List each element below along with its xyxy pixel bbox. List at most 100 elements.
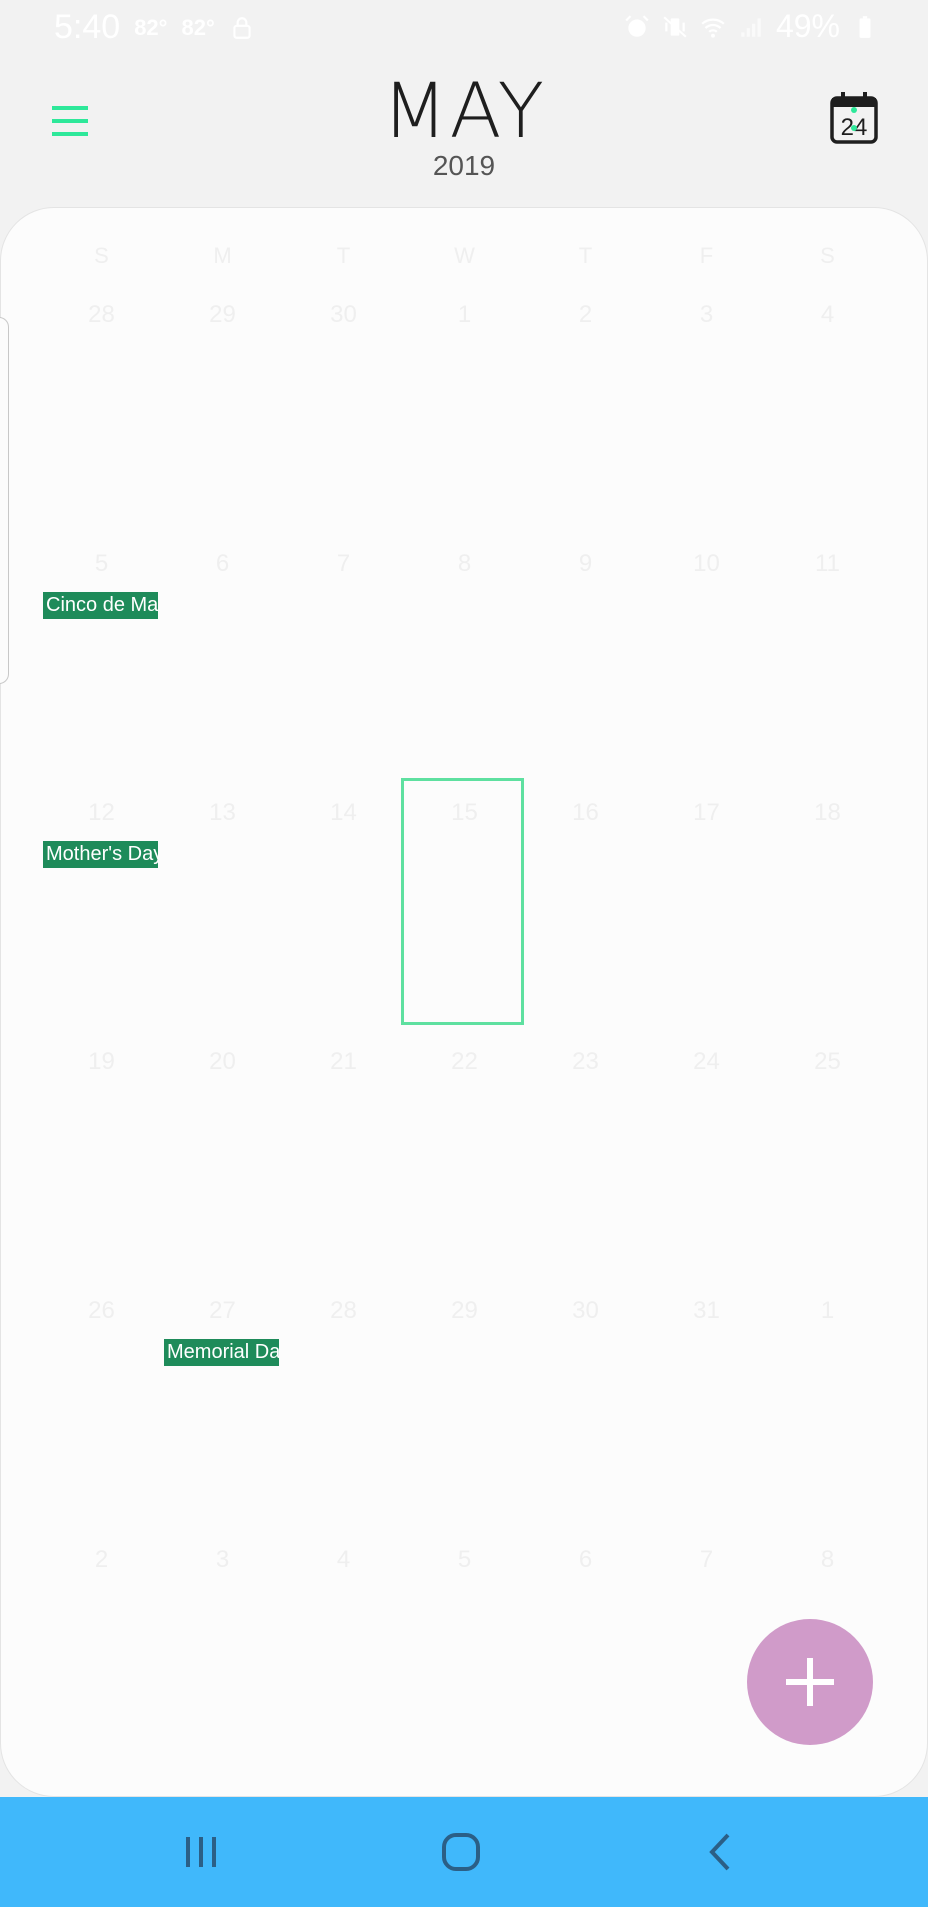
day-cell[interactable]: 31 — [646, 1289, 767, 1538]
day-cell[interactable]: 22 — [404, 1040, 525, 1289]
day-cell-selected[interactable]: 15 — [404, 791, 525, 1040]
week-row-5: 26 27 Memorial Da 28 29 30 31 1 — [41, 1289, 888, 1538]
day-cell[interactable]: 13 — [162, 791, 283, 1040]
weekday-thu: T — [578, 243, 593, 268]
day-number: 25 — [814, 1048, 841, 1075]
day-cell[interactable]: 21 — [283, 1040, 404, 1289]
day-cell[interactable]: 28 — [283, 1289, 404, 1538]
day-number: 28 — [330, 1297, 357, 1324]
day-cell[interactable]: 4 — [283, 1538, 404, 1787]
day-cell[interactable]: 12 Mother's Day — [41, 791, 162, 1040]
status-right: 49% — [624, 8, 878, 45]
day-number: 24 — [693, 1048, 720, 1075]
weeks-container: 28 29 30 1 2 3 4 5 Cinco de Ma 6 7 8 9 1… — [41, 293, 888, 1787]
day-cell[interactable]: 3 — [646, 293, 767, 542]
weekday-tue: T — [336, 243, 351, 268]
day-number: 6 — [215, 550, 230, 577]
side-drawer-handle[interactable] — [0, 317, 9, 684]
day-number: 8 — [820, 1546, 835, 1573]
day-number: 14 — [330, 799, 357, 826]
day-cell[interactable]: 14 — [283, 791, 404, 1040]
day-cell[interactable]: 24 — [646, 1040, 767, 1289]
day-number: 8 — [457, 550, 472, 577]
day-cell[interactable]: 30 — [525, 1289, 646, 1538]
day-cell[interactable]: 29 — [162, 293, 283, 542]
event-chip-memorial-day[interactable]: Memorial Da — [164, 1339, 279, 1366]
weekday-fri: F — [699, 243, 714, 268]
day-number: 22 — [451, 1048, 478, 1075]
system-nav-bar — [0, 1797, 928, 1907]
day-cell[interactable]: 2 — [525, 293, 646, 542]
day-cell[interactable]: 23 — [525, 1040, 646, 1289]
day-cell[interactable]: 20 — [162, 1040, 283, 1289]
plus-icon — [786, 1658, 834, 1706]
day-cell[interactable]: 4 — [767, 293, 888, 542]
day-cell[interactable]: 1 — [767, 1289, 888, 1538]
weekday-sat: S — [820, 243, 835, 268]
day-cell[interactable]: 2 — [41, 1538, 162, 1787]
day-cell[interactable]: 17 — [646, 791, 767, 1040]
day-number: 13 — [209, 799, 236, 826]
day-cell[interactable]: 7 — [283, 542, 404, 791]
day-number: 23 — [572, 1048, 599, 1075]
day-number: 19 — [88, 1048, 115, 1075]
day-cell[interactable]: 19 — [41, 1040, 162, 1289]
add-event-button[interactable] — [747, 1619, 873, 1745]
day-cell[interactable]: 30 — [283, 293, 404, 542]
week-row-4: 19 20 21 22 23 24 25 — [41, 1040, 888, 1289]
day-cell[interactable]: 27 Memorial Da — [162, 1289, 283, 1538]
day-cell[interactable]: 18 — [767, 791, 888, 1040]
day-number: 3 — [699, 301, 714, 328]
day-cell[interactable]: 10 — [646, 542, 767, 791]
calendar-header: MAY 2019 24 — [0, 56, 928, 206]
calendar-today-icon[interactable]: 24 — [828, 90, 880, 146]
day-cell[interactable]: 6 — [525, 1538, 646, 1787]
back-icon[interactable] — [696, 1827, 746, 1877]
day-number: 29 — [451, 1297, 478, 1324]
lock-icon — [233, 16, 251, 39]
day-cell[interactable]: 28 — [41, 293, 162, 542]
calendar-grid-card: S M T W T F S 28 29 30 1 2 3 4 5 Cinco d… — [0, 207, 928, 1797]
weekday-sun: S — [94, 243, 109, 268]
day-cell[interactable]: 29 — [404, 1289, 525, 1538]
home-icon[interactable] — [436, 1827, 486, 1877]
weekday-mon: M — [213, 243, 232, 268]
day-number: 26 — [88, 1297, 115, 1324]
day-cell[interactable]: 1 — [404, 293, 525, 542]
day-number: 4 — [820, 301, 835, 328]
day-cell[interactable]: 6 — [162, 542, 283, 791]
day-number: 1 — [457, 301, 472, 328]
day-cell[interactable]: 11 — [767, 542, 888, 791]
week-row-3: 12 Mother's Day 13 14 15 16 17 18 — [41, 791, 888, 1040]
week-row-1: 28 29 30 1 2 3 4 — [41, 293, 888, 542]
weekday-wed: W — [454, 243, 475, 268]
day-number: 15 — [451, 799, 478, 826]
day-number: 2 — [578, 301, 593, 328]
status-bar: 5:40 82° 82° 49% — [0, 0, 928, 56]
day-number: 21 — [330, 1048, 357, 1075]
day-number: 30 — [572, 1297, 599, 1324]
event-chip-mothers-day[interactable]: Mother's Day — [43, 841, 158, 868]
calendar-today-glyph: 24 — [830, 92, 878, 144]
day-number: 28 — [88, 301, 115, 328]
recent-apps-icon[interactable] — [176, 1827, 226, 1877]
day-number: 11 — [815, 550, 840, 577]
day-cell[interactable]: 5 Cinco de Ma — [41, 542, 162, 791]
day-number: 7 — [336, 550, 351, 577]
day-cell[interactable]: 3 — [162, 1538, 283, 1787]
day-cell[interactable]: 16 — [525, 791, 646, 1040]
month-title: MAY — [381, 66, 547, 155]
day-cell[interactable]: 9 — [525, 542, 646, 791]
day-cell[interactable]: 26 — [41, 1289, 162, 1538]
day-number: 5 — [94, 550, 109, 577]
day-number: 6 — [578, 1546, 593, 1573]
event-chip-cinco-de-mayo[interactable]: Cinco de Ma — [43, 592, 158, 619]
day-number: 5 — [457, 1546, 472, 1573]
day-cell[interactable]: 5 — [404, 1538, 525, 1787]
day-number: 9 — [578, 550, 593, 577]
day-number: 10 — [693, 550, 720, 577]
day-cell[interactable]: 25 — [767, 1040, 888, 1289]
day-number: 3 — [215, 1546, 230, 1573]
day-cell[interactable]: 8 — [404, 542, 525, 791]
battery-icon — [859, 15, 871, 38]
